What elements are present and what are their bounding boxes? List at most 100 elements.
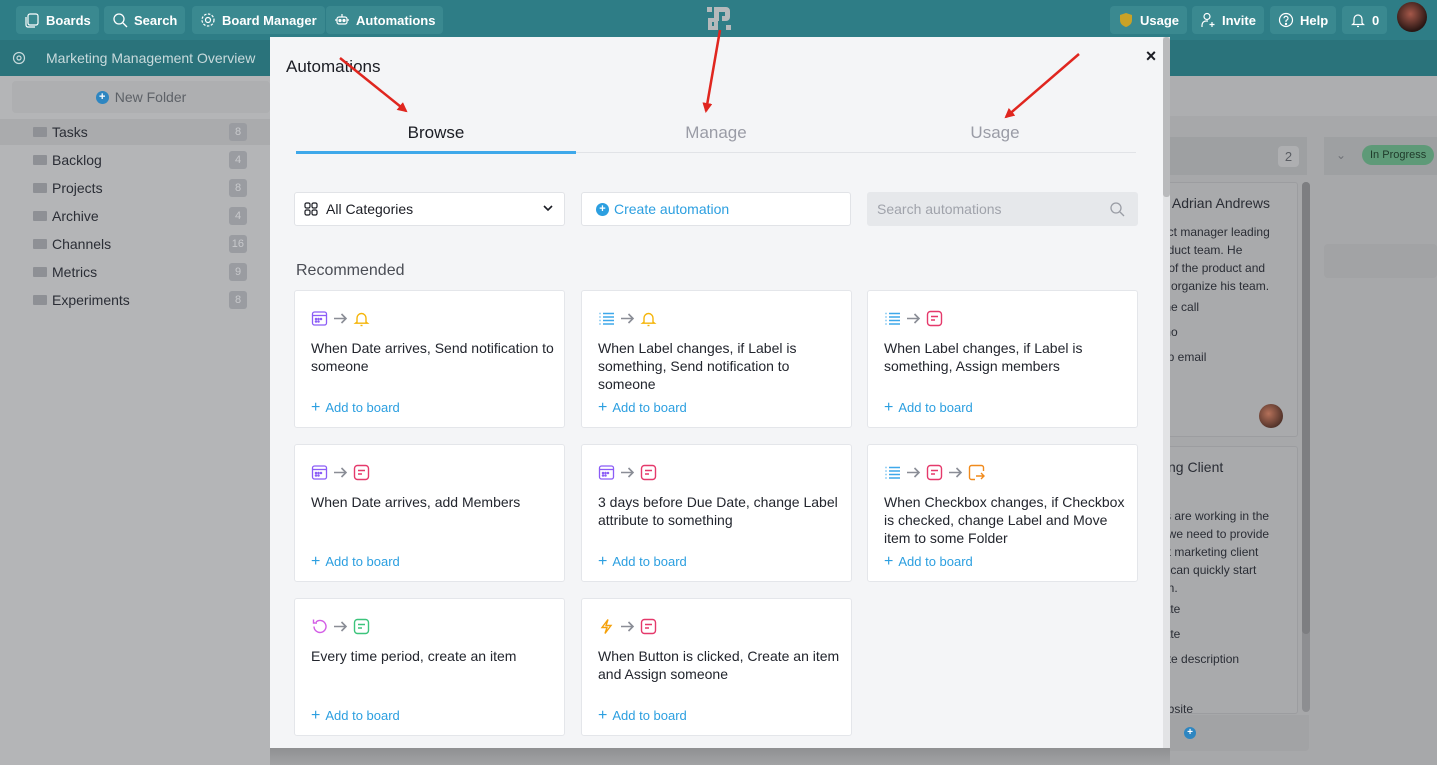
sidebar-item-archive[interactable]: Archive 4	[0, 203, 270, 229]
automation-card[interactable]: When Checkbox changes, if Checkbox is ch…	[867, 444, 1138, 582]
add-to-board-button[interactable]: + Add to board	[311, 400, 400, 416]
arrow-right-icon	[907, 312, 921, 324]
card-line: ate description	[1161, 652, 1240, 666]
add-card-button[interactable]: +	[1160, 715, 1309, 751]
automation-description: 3 days before Due Date, change Label att…	[598, 494, 838, 528]
usage-label: Usage	[1140, 12, 1180, 28]
sidebar-item-channels[interactable]: Channels 16	[0, 231, 270, 257]
column-header-in-progress[interactable]: ⌄ In Progress	[1324, 137, 1437, 175]
add-to-board-button[interactable]: + Add to board	[884, 554, 973, 570]
automation-card[interactable]: Every time period, create an item + Add to…	[294, 598, 565, 736]
automation-flow-icons	[598, 309, 657, 327]
board-card[interactable]: h Adrian Andrews uct manager leading odu…	[1160, 182, 1298, 437]
add-to-board-button[interactable]: + Add to board	[884, 400, 973, 416]
column-scrollbar-thumb[interactable]	[1302, 182, 1310, 634]
plus-icon: +	[311, 707, 321, 724]
folder-icon	[33, 155, 47, 165]
card-line: uct manager leading	[1161, 225, 1270, 239]
automations-modal: Automations × Browse Manage Usage All Ca…	[270, 37, 1163, 748]
add-to-board-button[interactable]: + Add to board	[598, 553, 687, 570]
modal-scrollbar-thumb[interactable]	[1163, 37, 1170, 197]
add-to-board-label: Add to board	[612, 554, 687, 569]
help-label: Help	[1300, 12, 1329, 28]
search-automations-input[interactable]: Search automations	[867, 192, 1138, 226]
arrow-right-icon	[907, 466, 921, 478]
boards-button[interactable]: Boards	[16, 6, 99, 34]
boards-label: Boards	[46, 12, 91, 28]
automations-button[interactable]: Automations	[326, 6, 444, 34]
board-manager-button[interactable]: Board Manager	[192, 6, 325, 34]
sidebar-item-projects[interactable]: Projects 8	[0, 175, 270, 201]
board-card[interactable]: ting Client rs are working in the , we n…	[1160, 446, 1298, 714]
create-automation-button[interactable]: + Create automation	[581, 192, 851, 226]
sidebar-item-metrics[interactable]: Metrics 9	[0, 259, 270, 285]
automation-flow-icons	[598, 463, 657, 481]
add-to-board-button[interactable]: + Add to board	[311, 554, 400, 570]
arrow-right-icon	[334, 466, 348, 478]
search-button[interactable]: Search	[104, 6, 186, 34]
app-logo-icon[interactable]	[706, 5, 734, 33]
folder-icon	[33, 267, 47, 277]
folder-icon	[33, 183, 47, 193]
help-button[interactable]: Help	[1270, 6, 1337, 34]
robot-icon	[335, 14, 349, 25]
folder-label: Metrics	[52, 264, 98, 280]
add-to-board-button[interactable]: + Add to board	[598, 707, 687, 724]
plus-circle-icon: +	[596, 202, 609, 216]
eye-icon[interactable]	[12, 51, 26, 65]
add-to-board-label: Add to board	[325, 400, 400, 415]
automation-description: When Button is clicked, Create an item a…	[598, 648, 840, 682]
add-to-board-label: Add to board	[898, 400, 973, 415]
notifications-button[interactable]: 0	[1342, 6, 1388, 34]
automation-card[interactable]: When Label changes, if Label is somethin…	[867, 290, 1138, 428]
new-folder-label: New Folder	[114, 89, 187, 105]
automation-card[interactable]: When Button is clicked, Create an item a…	[581, 598, 852, 736]
sidebar-item-backlog[interactable]: Backlog 4	[0, 147, 270, 173]
modal-scrollbar[interactable]	[1163, 37, 1170, 748]
arrow-right-icon	[621, 466, 635, 478]
folder-count: 4	[229, 151, 247, 169]
automation-card[interactable]: When Label changes, if Label is somethin…	[581, 290, 852, 428]
folder-icon	[33, 295, 47, 305]
automation-flow-icons	[311, 617, 370, 635]
move-item-icon	[968, 464, 985, 480]
automation-card[interactable]: When Date arrives, Send notification to …	[294, 290, 565, 428]
grid-icon	[304, 202, 318, 216]
folder-count: 16	[228, 235, 247, 253]
add-to-board-button[interactable]: + Add to board	[598, 400, 687, 416]
automation-description: Every time period, create an item	[311, 648, 517, 664]
create-automation-label: Create automation	[614, 201, 730, 217]
usage-button[interactable]: Usage	[1110, 6, 1188, 34]
plus-icon: +	[598, 707, 608, 724]
chevron-down-icon[interactable]: ⌄	[1336, 148, 1346, 162]
automation-card[interactable]: When Date arrives, add Members + Add to bo…	[294, 444, 565, 582]
plus-icon: +	[598, 553, 608, 570]
automation-description: When Date arrives, add Members	[311, 494, 521, 510]
tab-manage[interactable]: Manage	[576, 123, 856, 143]
list-icon	[599, 312, 614, 325]
category-select[interactable]: All Categories	[294, 192, 565, 226]
arrow-right-icon	[621, 620, 635, 632]
item-icon	[353, 618, 370, 634]
board-toolbar	[1160, 76, 1437, 116]
plus-circle-icon: +	[95, 90, 109, 104]
automations-label: Automations	[356, 12, 436, 28]
arrow-right-icon	[949, 466, 963, 478]
item-icon	[640, 618, 657, 634]
tab-browse[interactable]: Browse	[296, 123, 576, 143]
automation-card[interactable]: 3 days before Due Date, change Label att…	[581, 444, 852, 582]
column-header[interactable]: 2	[1160, 137, 1307, 175]
sidebar-item-experiments[interactable]: Experiments 8	[0, 287, 270, 313]
modal-title: Automations	[286, 57, 381, 76]
section-title-recommended: Recommended	[296, 262, 405, 279]
tab-usage[interactable]: Usage	[855, 123, 1135, 143]
automation-flow-icons	[884, 309, 943, 327]
folder-count: 4	[229, 207, 247, 225]
close-button[interactable]: ×	[1142, 47, 1160, 65]
folder-sidebar: + New Folder Tasks 8 Backlog 4 Projects …	[0, 76, 270, 765]
sidebar-item-tasks[interactable]: Tasks 8	[0, 119, 270, 145]
invite-button[interactable]: Invite	[1192, 6, 1264, 34]
add-to-board-button[interactable]: + Add to board	[311, 707, 400, 724]
user-avatar[interactable]	[1397, 2, 1427, 32]
new-folder-button[interactable]: + New Folder	[12, 81, 270, 113]
